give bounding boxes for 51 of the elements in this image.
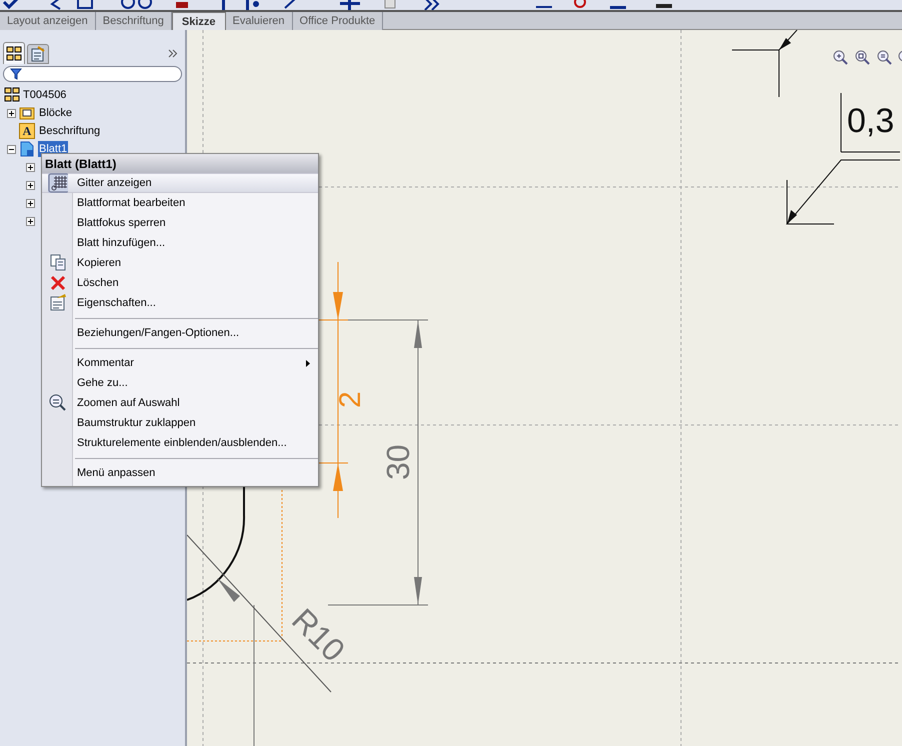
menu-item[interactable]: Gehe zu...: [42, 373, 318, 393]
zoom-icon: [48, 393, 68, 413]
menu-item[interactable]: Baumstruktur zuklappen: [42, 413, 318, 433]
tree-item[interactable]: Blöcke: [38, 104, 74, 122]
menu-item[interactable]: Blattformat bearbeiten: [42, 193, 318, 213]
menu-item[interactable]: Blatt hinzufügen...: [42, 233, 318, 253]
dimension-text: 30: [380, 444, 416, 480]
expand-icon[interactable]: [26, 198, 35, 208]
menu-item[interactable]: Zoomen auf Auswahl: [42, 393, 318, 413]
zoom-area-icon[interactable]: [854, 49, 872, 67]
filter-icon: [10, 68, 22, 80]
menu-item[interactable]: Menü anpassen: [42, 463, 318, 483]
panel-tab[interactable]: [3, 42, 25, 64]
expand-icon[interactable]: [168, 49, 178, 58]
ribbon-tab[interactable]: Layout anzeigen: [0, 12, 96, 30]
properties-icon: [48, 293, 68, 313]
panel-tab[interactable]: [27, 44, 49, 64]
menu-item[interactable]: Beziehungen/Fangen-Optionen...: [42, 323, 318, 343]
tree-item[interactable]: Beschriftung: [38, 122, 102, 140]
dimension-text: R10: [285, 602, 352, 668]
tree-icon: [4, 87, 20, 103]
zoom-out-icon[interactable]: [876, 49, 894, 67]
letter-icon: A: [19, 123, 35, 139]
menu-item[interactable]: Eigenschaften...: [42, 293, 318, 313]
ribbon-tab[interactable]: Beschriftung: [96, 12, 172, 30]
filter-field[interactable]: [3, 66, 182, 82]
menu-item[interactable]: Gitter anzeigen: [42, 173, 318, 193]
menu-item[interactable]: Löschen: [42, 273, 318, 293]
copy-icon: [48, 253, 68, 273]
grid-icon: [48, 173, 68, 193]
clipboard-icon: [30, 46, 46, 62]
menu-item[interactable]: Strukturelemente einblenden/ausblenden...: [42, 433, 318, 453]
tree-item[interactable]: T004506: [23, 86, 66, 104]
ribbon-tab[interactable]: Office Produkte: [292, 12, 384, 30]
leader-arrow: [732, 30, 798, 98]
dimension-text: 2: [334, 391, 367, 408]
menu-item[interactable]: Blattfokus sperren: [42, 213, 318, 233]
sheet-icon: [19, 141, 35, 157]
tree-icon: [6, 46, 22, 62]
expand-icon[interactable]: [26, 180, 35, 190]
ribbon-tab[interactable]: Evaluieren: [226, 12, 293, 30]
dimension-text: 0,3: [847, 102, 894, 140]
zoom-in-icon[interactable]: [832, 49, 850, 67]
collapse-icon[interactable]: [7, 144, 16, 154]
expand-icon[interactable]: [26, 216, 35, 226]
picture-folder-icon: [19, 105, 35, 121]
expand-icon[interactable]: [26, 162, 35, 172]
menu-item[interactable]: Kommentar: [42, 353, 318, 373]
expand-icon[interactable]: [7, 108, 16, 118]
menu-item[interactable]: Kopieren: [42, 253, 318, 273]
menu-title: Blatt (Blatt1): [42, 154, 318, 173]
